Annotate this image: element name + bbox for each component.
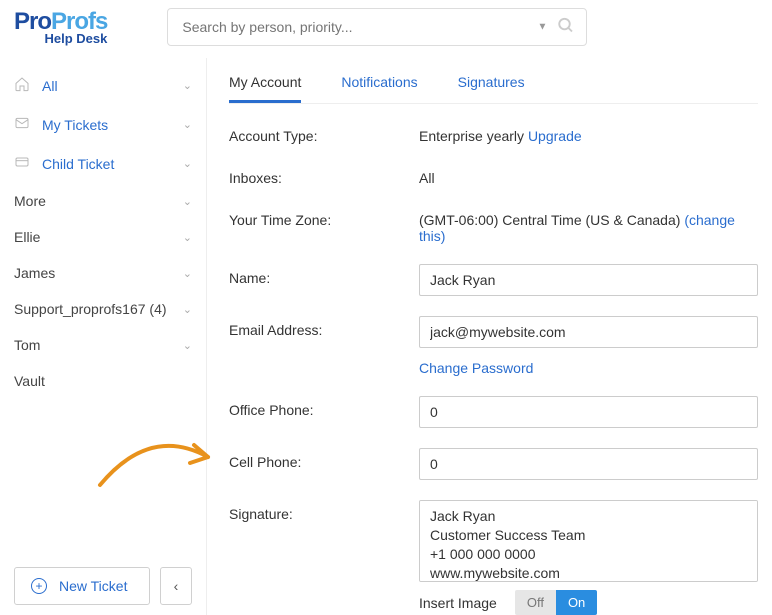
timezone-label: Your Time Zone: — [229, 206, 419, 228]
logo-sub: Help Desk — [14, 32, 107, 45]
sidebar-item-label: More — [14, 193, 183, 209]
tab-my-account[interactable]: My Account — [229, 66, 301, 103]
upgrade-link[interactable]: Upgrade — [528, 128, 582, 144]
plus-icon: + — [31, 578, 47, 594]
search-input[interactable] — [167, 8, 587, 46]
brand-logo: ProProfs Help Desk — [14, 10, 107, 45]
collapse-sidebar-button[interactable]: ‹ — [160, 567, 192, 605]
sidebar-item-james[interactable]: James ⌄ — [0, 255, 206, 291]
office-phone-label: Office Phone: — [229, 396, 419, 418]
chevron-down-icon: ⌄ — [183, 267, 192, 280]
insert-image-toggle[interactable]: Off On — [515, 590, 597, 615]
change-password-link[interactable]: Change Password — [419, 360, 533, 376]
chevron-down-icon: ⌄ — [183, 195, 192, 208]
sidebar-item-all[interactable]: All ⌄ — [0, 66, 206, 105]
timezone-value: (GMT-06:00) Central Time (US & Canada) (… — [419, 206, 758, 244]
name-label: Name: — [229, 264, 419, 286]
sidebar-item-tom[interactable]: Tom ⌄ — [0, 327, 206, 363]
chevron-left-icon: ‹ — [174, 578, 179, 594]
sidebar-item-child-ticket[interactable]: Child Ticket ⌄ — [0, 144, 206, 183]
sidebar-item-label: All — [42, 78, 183, 94]
sidebar-item-label: James — [14, 265, 183, 281]
card-icon — [14, 154, 32, 173]
header: ProProfs Help Desk ▼ — [0, 0, 772, 58]
sidebar-item-label: My Tickets — [42, 117, 183, 133]
sidebar-item-support[interactable]: Support_proprofs167 (4) ⌄ — [0, 291, 206, 327]
tab-notifications[interactable]: Notifications — [341, 66, 417, 103]
account-form: Account Type: Enterprise yearly Upgrade … — [229, 104, 758, 615]
inboxes-label: Inboxes: — [229, 164, 419, 186]
tab-signatures[interactable]: Signatures — [458, 66, 525, 103]
chevron-down-icon: ⌄ — [183, 339, 192, 352]
inboxes-value: All — [419, 164, 758, 186]
search-icon[interactable] — [557, 17, 575, 38]
email-field[interactable] — [419, 316, 758, 348]
chevron-down-icon: ⌄ — [183, 231, 192, 244]
chevron-down-icon: ⌄ — [183, 157, 192, 170]
email-label: Email Address: — [229, 316, 419, 338]
chevron-down-icon: ⌄ — [183, 118, 192, 131]
home-icon — [14, 76, 32, 95]
new-ticket-label: New Ticket — [59, 578, 127, 594]
toggle-off[interactable]: Off — [515, 590, 556, 615]
sidebar: All ⌄ My Tickets ⌄ Child Ticket ⌄ More ⌄… — [0, 58, 206, 615]
sidebar-item-label: Child Ticket — [42, 156, 183, 172]
account-type-value: Enterprise yearly Upgrade — [419, 122, 758, 144]
tabs: My Account Notifications Signatures — [229, 58, 758, 104]
toggle-on[interactable]: On — [556, 590, 597, 615]
sidebar-item-my-tickets[interactable]: My Tickets ⌄ — [0, 105, 206, 144]
sidebar-item-ellie[interactable]: Ellie ⌄ — [0, 219, 206, 255]
name-field[interactable] — [419, 264, 758, 296]
signature-field[interactable] — [419, 500, 758, 582]
chevron-down-icon: ⌄ — [183, 79, 192, 92]
search-wrap: ▼ — [167, 8, 587, 46]
cell-phone-label: Cell Phone: — [229, 448, 419, 470]
chevron-down-icon[interactable]: ▼ — [537, 22, 547, 33]
inbox-icon — [14, 115, 32, 134]
main-panel: My Account Notifications Signatures Acco… — [206, 58, 772, 615]
sidebar-item-label: Vault — [14, 373, 192, 389]
office-phone-field[interactable] — [419, 396, 758, 428]
sidebar-item-label: Ellie — [14, 229, 183, 245]
sidebar-item-more[interactable]: More ⌄ — [0, 183, 206, 219]
sidebar-item-label: Support_proprofs167 (4) — [14, 301, 183, 317]
signature-label: Signature: — [229, 500, 419, 522]
cell-phone-field[interactable] — [419, 448, 758, 480]
sidebar-item-label: Tom — [14, 337, 183, 353]
account-type-label: Account Type: — [229, 122, 419, 144]
new-ticket-button[interactable]: + New Ticket — [14, 567, 150, 605]
insert-image-label: Insert Image — [419, 595, 497, 611]
sidebar-item-vault[interactable]: Vault — [0, 363, 206, 399]
chevron-down-icon: ⌄ — [183, 303, 192, 316]
